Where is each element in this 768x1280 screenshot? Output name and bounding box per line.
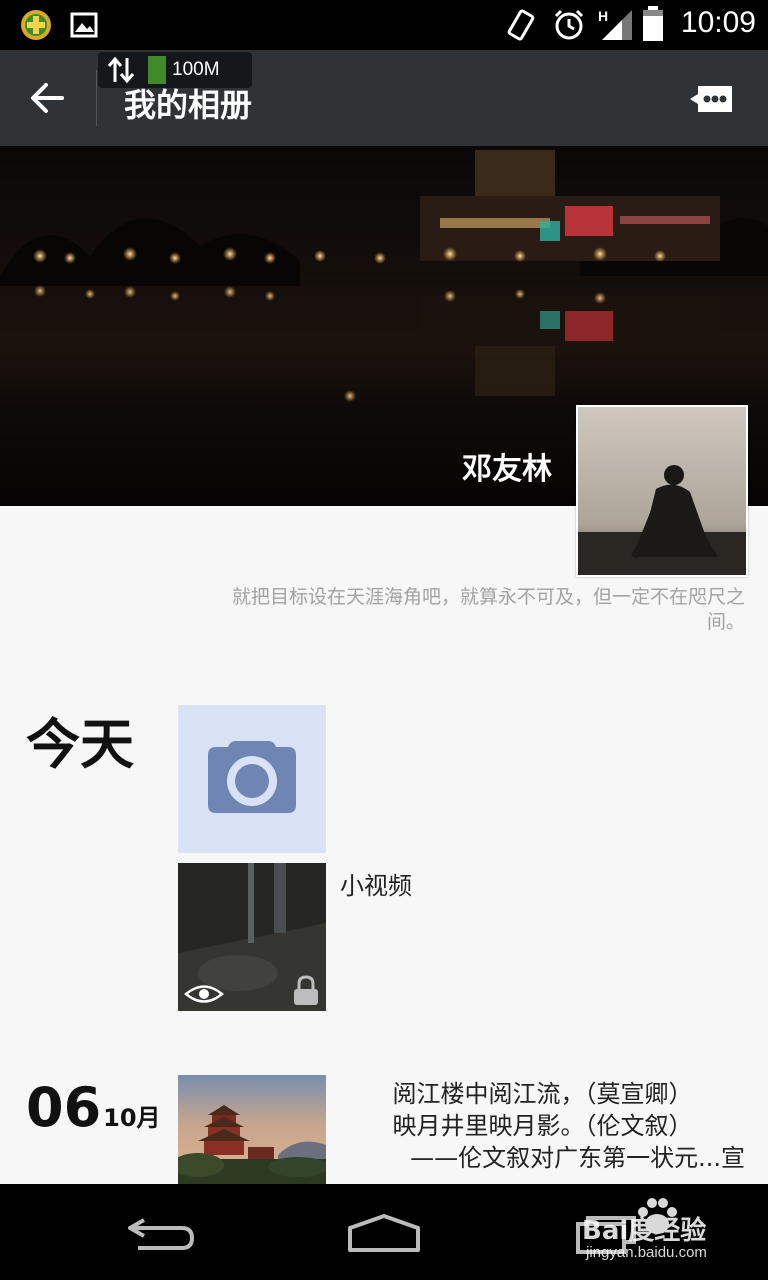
nav-home-icon[interactable] bbox=[346, 1212, 422, 1254]
battery-icon bbox=[643, 6, 663, 41]
username: 邓友林 bbox=[462, 452, 552, 487]
back-arrow-icon bbox=[31, 83, 64, 113]
avatar-picture bbox=[578, 407, 746, 575]
camera-icon bbox=[208, 741, 296, 813]
caption-line-1: 阅江楼中阅江流，（莫宣卿） bbox=[392, 1080, 693, 1108]
caption-line-3: ——伦文叙对广东第一状元...宣 bbox=[410, 1144, 745, 1172]
image-notification-icon bbox=[70, 12, 98, 38]
data-transfer-icon bbox=[107, 56, 135, 84]
alarm-icon bbox=[554, 9, 584, 40]
date-day: 06 bbox=[26, 1076, 102, 1139]
date-month: 10月 bbox=[103, 1104, 161, 1132]
network-speed-badge: 100M bbox=[98, 52, 252, 88]
date-heading-today: 今天 bbox=[26, 713, 134, 776]
360-security-icon bbox=[21, 10, 51, 40]
lock-icon bbox=[294, 975, 318, 1005]
signal-icon bbox=[602, 10, 632, 40]
avatar[interactable] bbox=[576, 405, 748, 577]
data-level-bar bbox=[148, 56, 166, 84]
post-caption[interactable]: 阅江楼中阅江流，（莫宣卿） 映月井里映月影。（伦文叙） ——伦文叙对广东第一状元… bbox=[340, 1078, 746, 1174]
caption-line-2: 映月井里映月影。（伦文叙） bbox=[392, 1112, 693, 1140]
watermark-url: jingyan.baidu.com bbox=[586, 1244, 707, 1261]
toolbar-divider bbox=[96, 70, 97, 126]
back-button[interactable] bbox=[18, 70, 78, 126]
pavilion-picture bbox=[178, 1075, 326, 1185]
watermark-brand: Bai度经验 bbox=[582, 1216, 707, 1246]
eye-icon bbox=[184, 985, 224, 1003]
date-heading-06: 0610月 bbox=[26, 1076, 161, 1139]
data-badge-text: 100M bbox=[172, 59, 220, 80]
status-bar: H 10:09 bbox=[0, 0, 768, 50]
clock: 10:09 bbox=[680, 6, 756, 39]
vibrate-icon bbox=[507, 9, 535, 41]
video-thumbnail[interactable] bbox=[178, 863, 326, 1011]
nav-back-icon[interactable] bbox=[124, 1214, 196, 1254]
photo-thumbnail[interactable] bbox=[178, 1075, 326, 1185]
message-bubble-icon bbox=[690, 86, 732, 112]
profile-signature: 就把目标设在天涯海角吧，就算永不可及，但一定不在咫尺之间。 bbox=[231, 586, 745, 633]
short-video-label: 小视频 bbox=[340, 872, 412, 900]
add-photo-button[interactable] bbox=[178, 705, 326, 853]
message-button[interactable] bbox=[688, 82, 736, 118]
